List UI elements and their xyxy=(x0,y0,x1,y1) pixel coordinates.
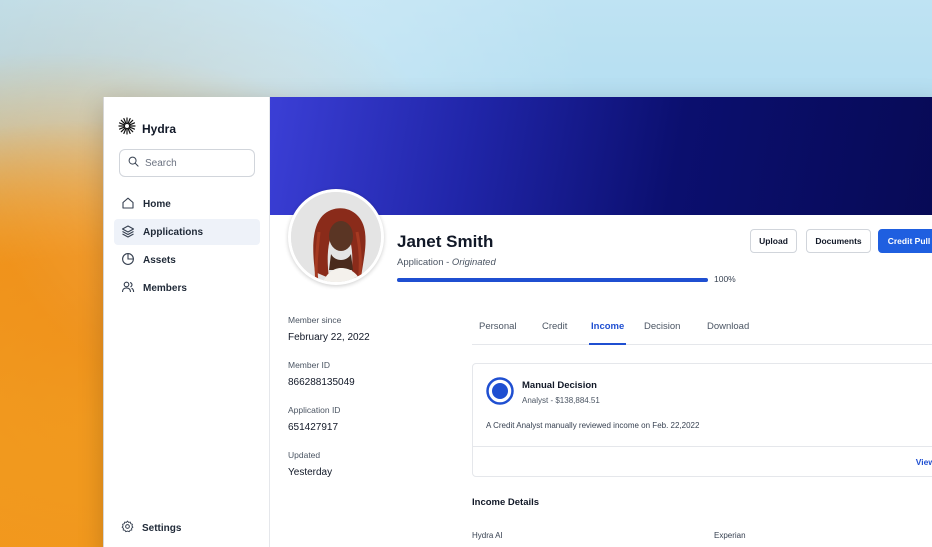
tab-personal[interactable]: Personal xyxy=(479,321,517,345)
sidebar-item-members[interactable]: Members xyxy=(114,275,260,301)
sidebar-item-home[interactable]: Home xyxy=(114,191,260,217)
view-link[interactable]: View xyxy=(916,457,932,467)
sidebar-item-label: Members xyxy=(143,282,187,294)
profile-banner xyxy=(270,97,932,215)
brand-name: Hydra xyxy=(142,121,177,136)
tab-credit[interactable]: Credit xyxy=(542,321,567,345)
application-status: Application - Originated xyxy=(397,257,496,268)
credit-pull-button[interactable]: Credit Pull xyxy=(878,229,932,253)
progress-fill xyxy=(397,278,708,282)
sidebar-item-label: Applications xyxy=(143,226,204,238)
pie-chart-icon xyxy=(121,252,135,269)
gear-icon xyxy=(121,520,134,536)
sidebar-item-applications[interactable]: Applications xyxy=(114,219,260,245)
tab-decision[interactable]: Decision xyxy=(644,321,680,345)
tab-income[interactable]: Income xyxy=(589,321,627,345)
search-box[interactable] xyxy=(119,149,255,177)
member-since-value: February 22, 2022 xyxy=(288,332,370,343)
status-value: Originated xyxy=(451,257,496,268)
sidebar-item-label: Home xyxy=(143,198,171,210)
brand: Hydra xyxy=(118,117,176,140)
card-divider xyxy=(473,446,932,447)
member-since-label: Member since xyxy=(288,315,342,325)
updated-value: Yesterday xyxy=(288,467,333,478)
main-content: Janet Smith Application - Originated 100… xyxy=(270,97,932,547)
layers-icon xyxy=(121,224,135,241)
settings-label: Settings xyxy=(142,522,182,534)
decision-status-icon xyxy=(486,377,514,410)
sidebar: Hydra Home Applications xyxy=(104,97,270,547)
sidebar-item-settings[interactable]: Settings xyxy=(121,520,181,536)
progress-label: 100% xyxy=(714,274,736,284)
sidebar-item-label: Assets xyxy=(143,254,176,266)
member-id-label: Member ID xyxy=(288,360,331,370)
member-info: Member since February 22, 2022 Member ID… xyxy=(288,315,438,495)
member-id-value: 866288135049 xyxy=(288,377,355,388)
avatar xyxy=(288,189,384,285)
hydra-ai-column-label: Hydra AI xyxy=(472,531,503,540)
decision-card: Manual Decision Analyst - $138,884.51 A … xyxy=(472,363,932,477)
profile-name: Janet Smith xyxy=(397,232,494,251)
users-icon xyxy=(121,280,135,297)
decision-description: A Credit Analyst manually reviewed incom… xyxy=(486,421,700,430)
application-id-label: Application ID xyxy=(288,405,341,415)
tab-download[interactable]: Download xyxy=(707,321,749,345)
search-input[interactable] xyxy=(145,157,245,169)
updated-label: Updated xyxy=(288,450,321,460)
progress-bar xyxy=(397,278,708,282)
decision-title: Manual Decision xyxy=(522,380,597,391)
status-prefix: Application - xyxy=(397,257,452,268)
documents-button[interactable]: Documents xyxy=(806,229,871,253)
experian-column-label: Experian xyxy=(714,531,746,540)
sidebar-nav: Home Applications Assets Members xyxy=(114,191,260,303)
profile-tabs: Personal Credit Income Decision Download xyxy=(472,321,932,345)
application-id-value: 651427917 xyxy=(288,422,339,433)
decision-subtitle: Analyst - $138,884.51 xyxy=(522,396,600,405)
search-icon xyxy=(128,154,139,172)
home-icon xyxy=(121,196,135,213)
upload-button[interactable]: Upload xyxy=(750,229,797,253)
income-details-title: Income Details xyxy=(472,497,540,508)
app-window: Hydra Home Applications xyxy=(103,97,932,547)
hydra-logo-icon xyxy=(118,117,136,140)
sidebar-item-assets[interactable]: Assets xyxy=(114,247,260,273)
